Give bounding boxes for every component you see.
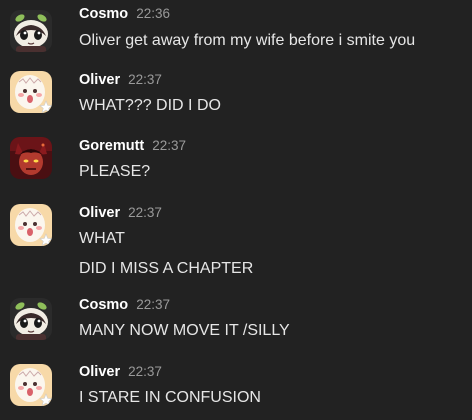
goremutt-avatar[interactable] [10, 137, 52, 179]
message-timestamp[interactable]: 22:37 [136, 297, 170, 312]
oliver-avatar-icon [10, 364, 52, 406]
goremutt-avatar-icon [10, 137, 52, 179]
message-timestamp[interactable]: 22:37 [152, 138, 186, 153]
author-name[interactable]: Goremutt [79, 138, 144, 154]
cosmo-avatar-icon [10, 10, 52, 52]
message-goremutt-1: Goremutt 22:37 PLEASE? [0, 126, 472, 194]
oliver-avatar-icon [10, 204, 52, 246]
author-name[interactable]: Oliver [79, 72, 120, 88]
message-oliver-3: Oliver 22:37 I STARE IN CONFUSION [0, 354, 472, 420]
message-timestamp[interactable]: 22:37 [128, 205, 162, 220]
cosmo-avatar[interactable] [10, 298, 52, 340]
author-name[interactable]: Oliver [79, 205, 120, 221]
cosmo-avatar[interactable] [10, 10, 52, 52]
author-name[interactable]: Oliver [79, 364, 120, 380]
message-author-header: Oliver 22:37 [79, 205, 162, 221]
message-text: DID I MISS A CHAPTER [79, 260, 254, 277]
message-text: Oliver get away from my wife before i sm… [79, 32, 416, 49]
oliver-avatar[interactable] [10, 71, 52, 113]
message-text: MANY NOW MOVE IT /SILLY [79, 322, 290, 339]
message-author-header: Cosmo 22:36 [79, 6, 170, 22]
message-text: WHAT [79, 230, 125, 247]
message-text: PLEASE? [79, 163, 151, 180]
oliver-avatar[interactable] [10, 364, 52, 406]
message-author-header: Oliver 22:37 [79, 364, 162, 380]
oliver-avatar-icon [10, 71, 52, 113]
message-author-header: Oliver 22:37 [79, 72, 162, 88]
author-name[interactable]: Cosmo [79, 6, 128, 22]
message-author-header: Cosmo 22:37 [79, 297, 170, 313]
message-timestamp[interactable]: 22:37 [128, 364, 162, 379]
message-oliver-2: Oliver 22:37 WHAT DID I MISS A CHAPTER [0, 194, 472, 290]
message-cosmo-2: Cosmo 22:37 MANY NOW MOVE IT /SILLY [0, 290, 472, 354]
author-name[interactable]: Cosmo [79, 297, 128, 313]
oliver-avatar[interactable] [10, 204, 52, 246]
message-timestamp[interactable]: 22:37 [128, 72, 162, 87]
message-text: WHAT??? DID I DO [79, 97, 221, 114]
message-timestamp[interactable]: 22:36 [136, 6, 170, 21]
message-cosmo-1: Cosmo 22:36 Oliver get away from my wife… [0, 0, 472, 60]
message-author-header: Goremutt 22:37 [79, 138, 186, 154]
cosmo-avatar-icon [10, 298, 52, 340]
message-oliver-1: Oliver 22:37 WHAT??? DID I DO [0, 60, 472, 126]
message-text: I STARE IN CONFUSION [79, 389, 261, 406]
